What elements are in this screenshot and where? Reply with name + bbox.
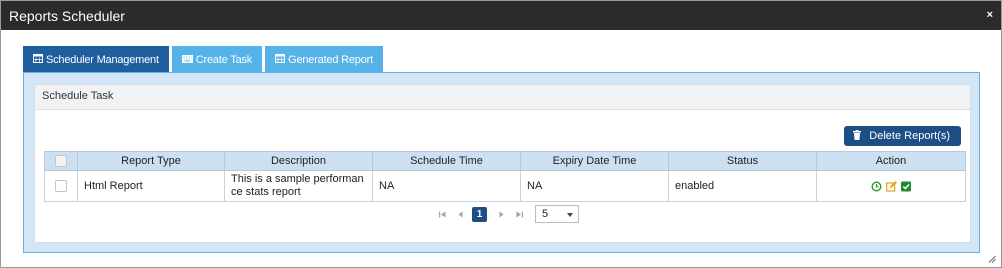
tab-panel: Schedule Task Delete Report(s) Report Ty… (23, 72, 980, 253)
cell-schedule-time: NA (372, 170, 521, 202)
first-page-icon[interactable] (436, 206, 449, 222)
tab-bar: Scheduler Management Create Task Generat… (23, 46, 386, 73)
cell-status: enabled (668, 170, 817, 202)
calendar-icon (33, 53, 43, 66)
tab-create-task[interactable]: Create Task (171, 46, 263, 73)
check-icon[interactable] (900, 181, 912, 192)
select-all-header (44, 151, 78, 171)
next-page-icon[interactable] (495, 206, 508, 222)
chevron-down-icon (567, 213, 573, 217)
pagination: 1 5 (436, 205, 579, 223)
last-page-icon[interactable] (513, 206, 526, 222)
description-line: This is a sample performan (231, 173, 364, 185)
previous-page-icon[interactable] (454, 206, 467, 222)
tab-label: Scheduler Management (46, 53, 159, 66)
table-header-row: Report Type Description Schedule Time Ex… (44, 151, 966, 171)
page-size-value: 5 (542, 208, 549, 220)
window-title: Reports Scheduler (9, 8, 125, 24)
page-number-current[interactable]: 1 (472, 206, 487, 222)
table-row: Html Report This is a sample performan c… (44, 170, 966, 202)
column-header-description[interactable]: Description (224, 151, 373, 171)
title-bar: Reports Scheduler × (1, 1, 1001, 30)
column-header-schedule-time[interactable]: Schedule Time (372, 151, 521, 171)
column-header-action: Action (816, 151, 966, 171)
delete-label: Delete Report(s) (869, 130, 950, 142)
page-size-select[interactable]: 5 (535, 205, 579, 223)
column-header-expiry-date-time[interactable]: Expiry Date Time (520, 151, 669, 171)
cell-action (816, 170, 966, 202)
column-header-status[interactable]: Status (668, 151, 817, 171)
schedule-table: Report Type Description Schedule Time Ex… (44, 151, 966, 202)
tab-generated-report[interactable]: Generated Report (265, 46, 383, 73)
description-line: ce stats report (231, 186, 301, 198)
clock-icon[interactable] (870, 180, 882, 192)
tab-scheduler-management[interactable]: Scheduler Management (23, 46, 169, 73)
select-all-checkbox[interactable] (55, 155, 67, 168)
cell-expiry-date-time: NA (520, 170, 669, 202)
calendar-icon (275, 53, 286, 66)
keyboard-icon (181, 54, 193, 66)
tab-label: Generated Report (288, 53, 373, 66)
resize-grip-icon[interactable] (988, 254, 996, 263)
edit-icon[interactable] (885, 180, 897, 192)
close-icon[interactable]: × (987, 9, 993, 21)
row-select-cell (44, 170, 78, 202)
cell-description: This is a sample performan ce stats repo… (224, 170, 373, 202)
column-header-report-type[interactable]: Report Type (77, 151, 225, 171)
reports-scheduler-window: Reports Scheduler × Scheduler Management… (0, 0, 1002, 268)
schedule-task-panel: Schedule Task Delete Report(s) Report Ty… (34, 84, 971, 243)
trash-icon (853, 129, 862, 143)
panel-header: Schedule Task (35, 85, 970, 110)
tab-label: Create Task (195, 53, 253, 66)
cell-report-type: Html Report (77, 170, 225, 202)
delete-reports-button[interactable]: Delete Report(s) (844, 126, 961, 146)
row-checkbox[interactable] (55, 179, 67, 192)
